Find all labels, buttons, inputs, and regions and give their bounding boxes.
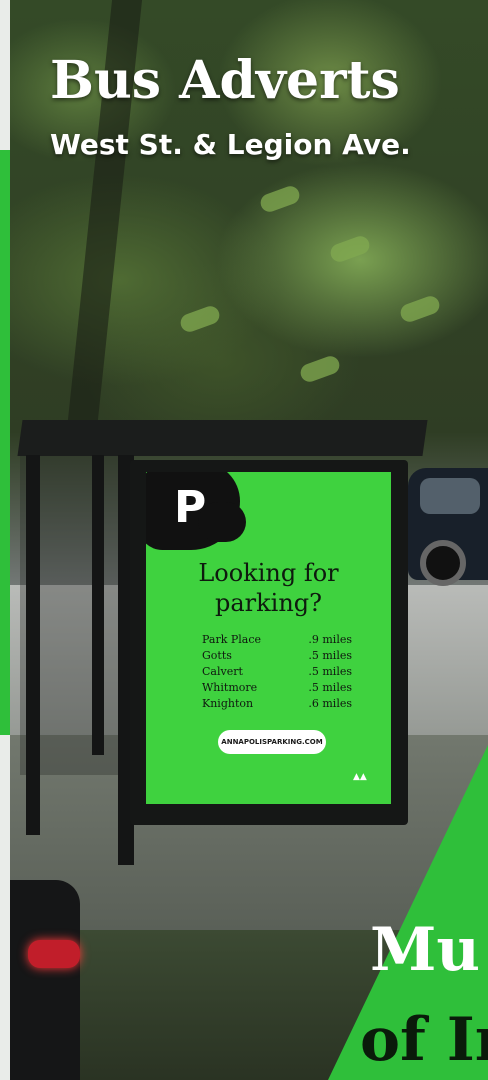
shelter-roof: [17, 420, 428, 456]
leaf-cluster: [178, 303, 222, 335]
previous-panel-edge: [0, 0, 10, 1080]
location-row: Park Place .9 miles: [202, 632, 352, 648]
car-taillight: [28, 940, 80, 968]
car-window: [420, 478, 480, 514]
next-panel-line2: of In: [360, 1005, 488, 1075]
location-distance: .5 miles: [308, 649, 352, 662]
location-name: Calvert: [202, 665, 243, 678]
previous-panel-green: [0, 150, 10, 735]
foreground-car: [0, 880, 80, 1080]
location-row: Gotts .5 miles: [202, 648, 352, 664]
shelter-post: [92, 455, 104, 755]
next-panel-title: Mu of In: [360, 905, 488, 1080]
location-distance: .9 miles: [308, 633, 352, 646]
bus-advert-photo: P Looking for parking? Park Place .9 mile…: [0, 0, 488, 1080]
leaf-cluster: [328, 233, 372, 265]
parking-letter: P: [174, 482, 207, 533]
website-pill: ANNAPOLISPARKING.COM: [218, 730, 326, 754]
leaf-cluster: [258, 183, 302, 215]
location-name: Knighton: [202, 697, 254, 710]
headline-line1: Looking for: [198, 559, 339, 587]
page-title: Bus Adverts: [50, 50, 400, 111]
location-distance: .5 miles: [308, 665, 352, 678]
page-subtitle: West St. & Legion Ave.: [50, 128, 411, 161]
headline-line2: parking?: [214, 589, 323, 617]
location-row: Calvert .5 miles: [202, 664, 352, 680]
location-name: Whitmore: [202, 681, 258, 694]
location-row: Knighton .6 miles: [202, 696, 352, 712]
parking-locations: Park Place .9 miles Gotts .5 miles Calvert…: [202, 632, 352, 712]
location-name: Gotts: [202, 649, 232, 662]
leaf-cluster: [398, 293, 442, 325]
leaf-cluster: [298, 353, 342, 385]
parked-car: [408, 468, 488, 586]
shelter-post: [26, 455, 40, 835]
location-row: Whitmore .5 miles: [202, 680, 352, 696]
location-distance: .6 miles: [308, 697, 352, 710]
car-wheel: [420, 540, 466, 586]
location-name: Park Place: [202, 633, 262, 646]
advert-headline: Looking for parking?: [146, 558, 391, 618]
location-distance: .5 miles: [308, 681, 352, 694]
next-panel-line1: Mu: [370, 915, 481, 985]
